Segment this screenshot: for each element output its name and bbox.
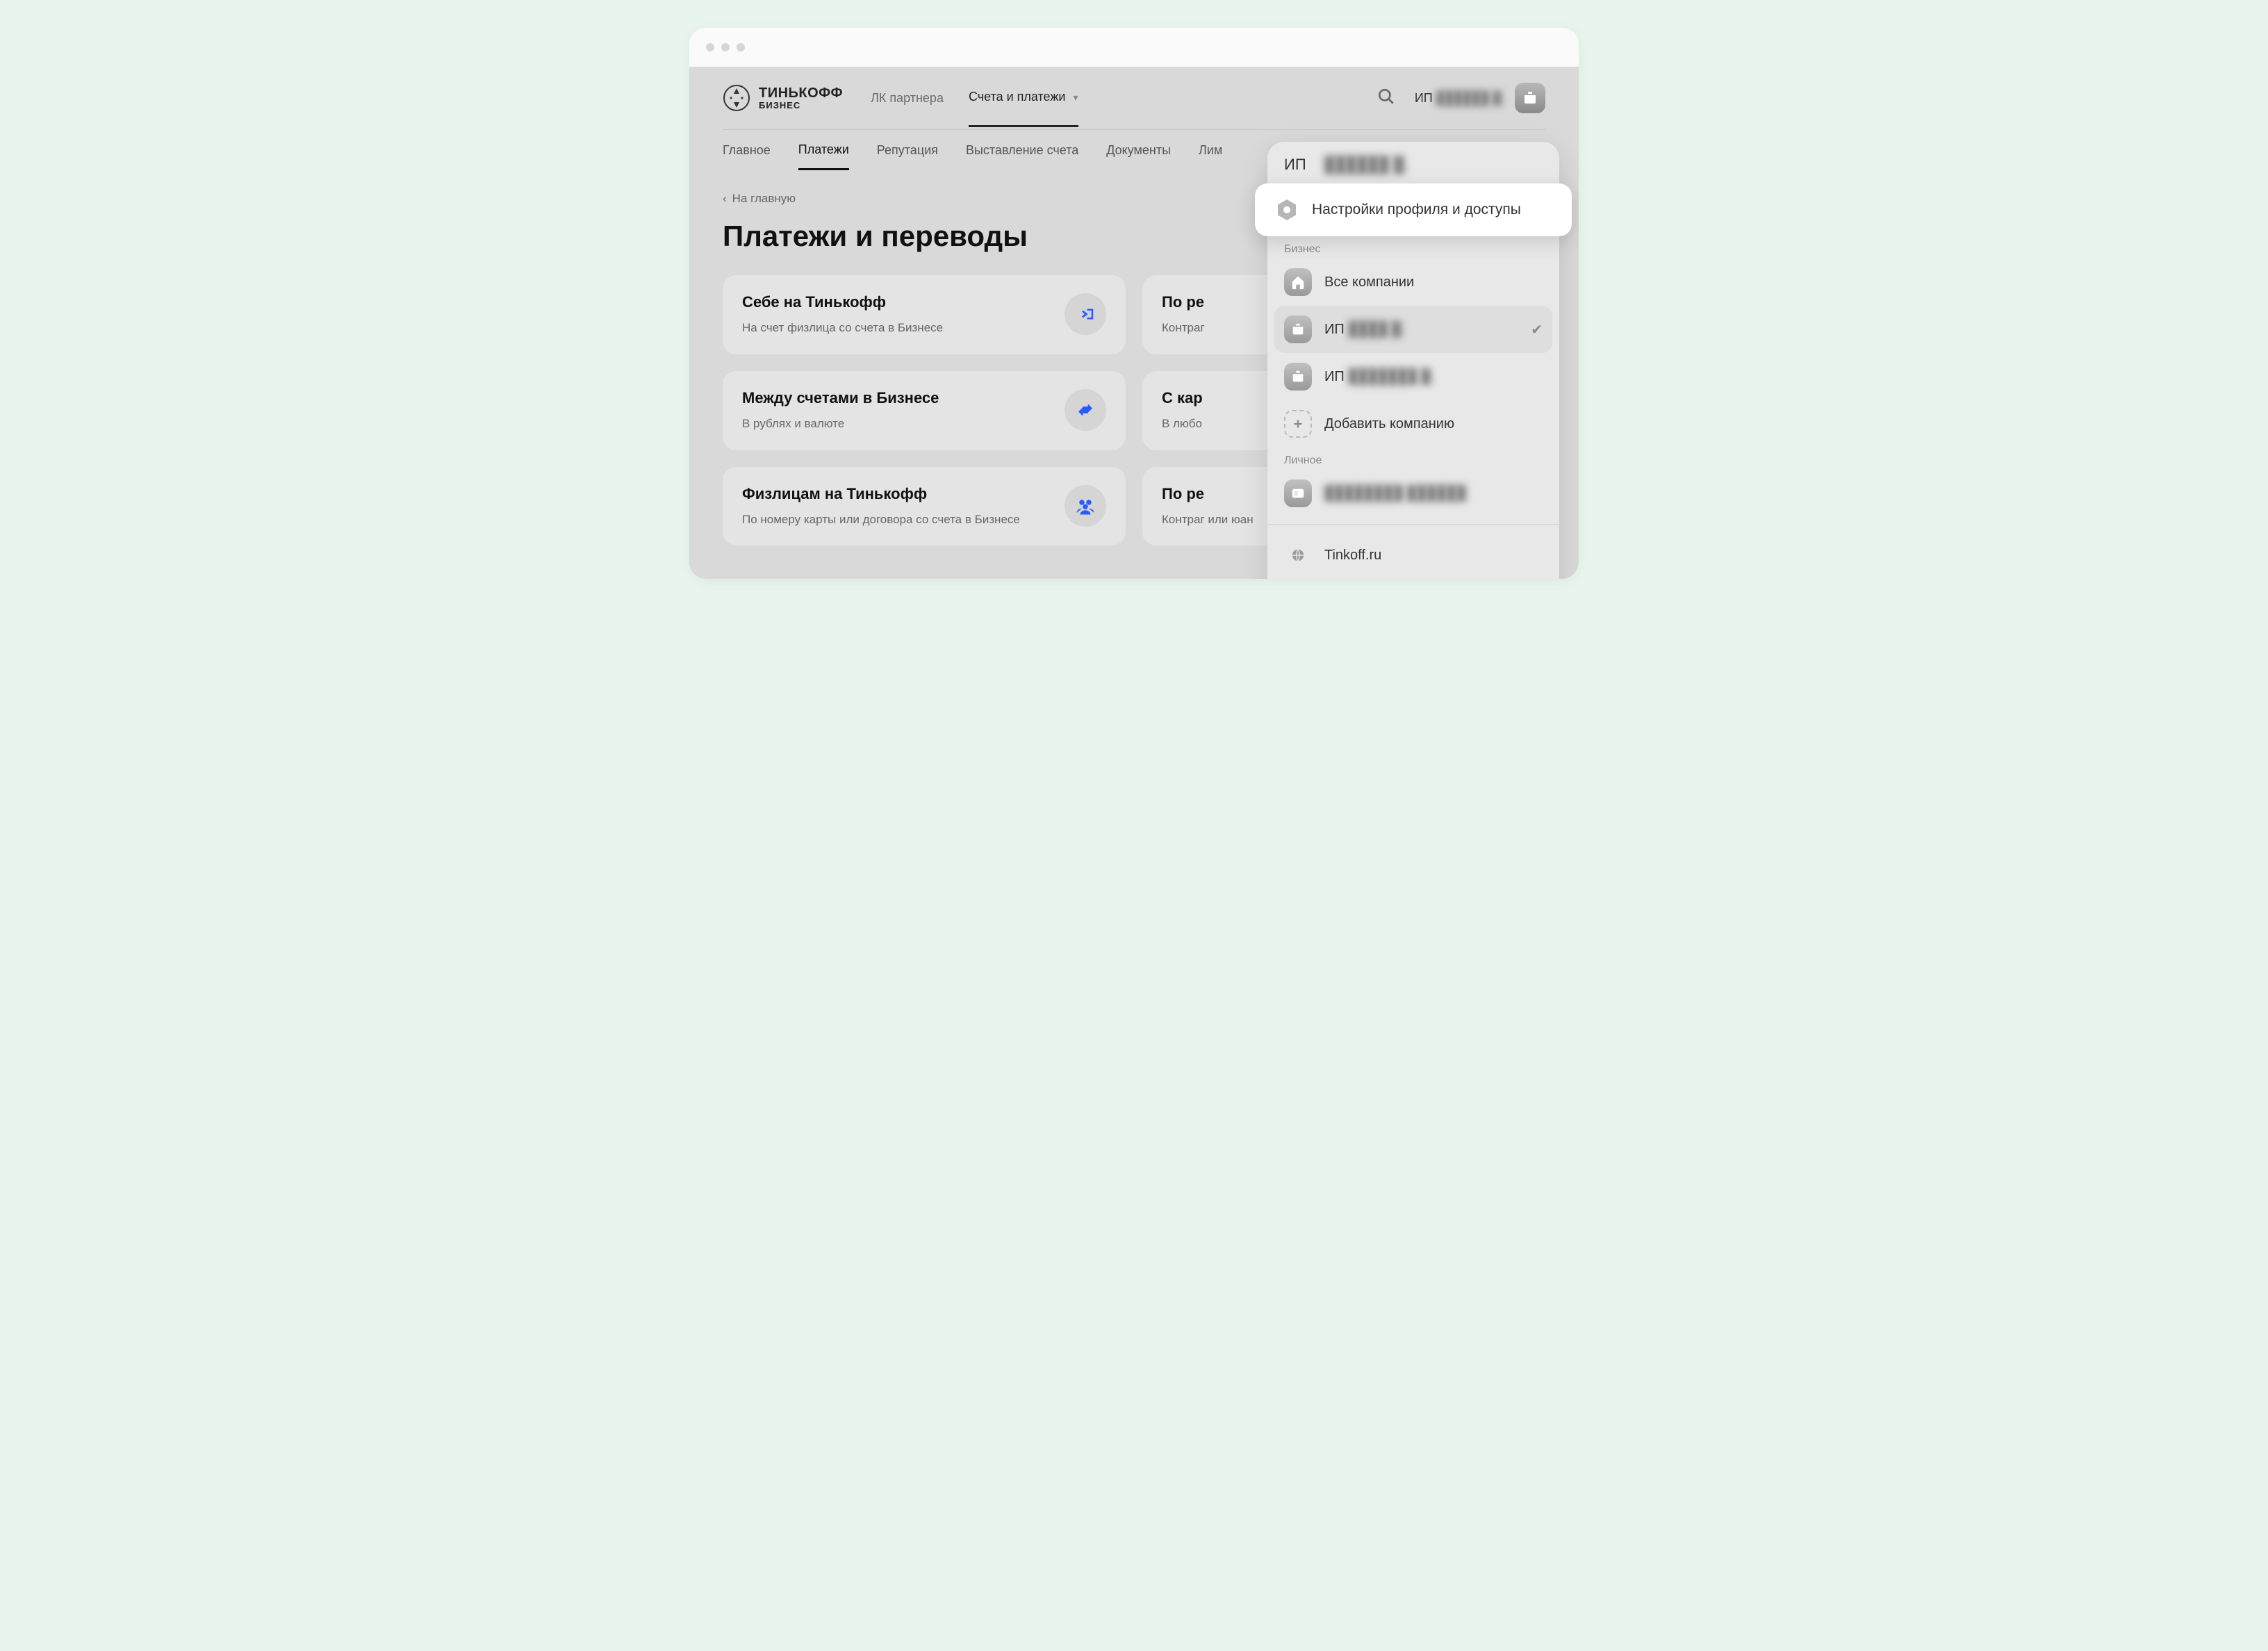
profile-dropdown: ИП ██████ █. Настройки профиля и доступы… [1267,142,1559,579]
subnav-documents[interactable]: Документы [1106,132,1171,169]
dropdown-profile-settings[interactable]: Настройки профиля и доступы [1255,183,1572,236]
nav-accounts-payments[interactable]: Счета и платежи ▾ [969,69,1078,127]
window-titlebar [689,28,1579,67]
app-body: ТИНЬКОФФ БИЗНЕС ЛК партнера Счета и плат… [689,67,1579,579]
chevron-left-icon: ‹ [723,192,727,206]
card-icon [1284,479,1312,507]
dropdown-company-2[interactable]: ИП ███████ █. [1267,353,1559,400]
window-dot[interactable] [737,43,745,51]
briefcase-icon [1284,363,1312,391]
breadcrumb-label: На главную [732,192,796,206]
top-nav: ЛК партнера Счета и платежи ▾ [871,69,1078,127]
transfer-in-icon [1065,293,1106,335]
app-header: ТИНЬКОФФ БИЗНЕС ЛК партнера Счета и плат… [723,67,1545,129]
briefcase-icon [1284,315,1312,343]
gear-icon [1274,197,1299,222]
dropdown-add-company-label: Добавить компанию [1324,416,1454,432]
card-subtitle: По номеру карты или договора со счета в … [742,511,1053,528]
people-group-icon [1065,485,1106,527]
briefcase-icon [1515,83,1545,113]
dropdown-tinkoff-ru[interactable]: Tinkoff.ru [1267,532,1559,579]
brand-logo[interactable]: ТИНЬКОФФ БИЗНЕС [723,84,843,112]
dropdown-company-2-label: ИП ███████ █. [1324,369,1435,385]
check-icon: ✔ [1531,321,1543,338]
window-dot[interactable] [721,43,730,51]
dropdown-section-personal: Личное [1267,447,1559,470]
browser-window: ТИНЬКОФФ БИЗНЕС ЛК партнера Счета и плат… [689,28,1579,579]
card-between-accounts[interactable]: Между счетами в Бизнесе В рублях и валют… [723,371,1126,450]
brand-text: ТИНЬКОФФ БИЗНЕС [759,86,843,110]
card-self-tinkoff[interactable]: Себе на Тинькофф На счет физлица со счет… [723,275,1126,354]
divider [1267,524,1559,525]
brand-emblem-icon [723,84,750,112]
user-menu-trigger[interactable]: ИП ██████ █. [1415,83,1545,113]
dropdown-personal-label: ████████ ██████ [1324,486,1466,502]
nav-partner-cabinet[interactable]: ЛК партнера [871,70,944,126]
dropdown-section-business: Бизнес [1267,236,1559,258]
subnav-payments[interactable]: Платежи [798,131,849,170]
chevron-down-icon: ▾ [1073,92,1078,103]
card-title: Себе на Тинькофф [742,293,1053,311]
card-title: Между счетами в Бизнесе [742,389,1053,407]
dropdown-settings-label: Настройки профиля и доступы [1312,202,1521,218]
dropdown-add-company[interactable]: Добавить компанию [1267,400,1559,447]
dropdown-tinkoff-ru-label: Tinkoff.ru [1324,548,1381,564]
swap-arrows-icon [1065,389,1106,431]
globe-icon [1284,541,1312,569]
dropdown-company-1[interactable]: ИП ████ █. ✔ [1274,306,1552,353]
subnav-reputation[interactable]: Репутация [877,132,938,169]
subnav-main[interactable]: Главное [723,132,771,169]
card-subtitle: В рублях и валюте [742,416,1053,432]
nav-accounts-label: Счета и платежи [969,90,1066,104]
dropdown-all-companies-label: Все компании [1324,274,1414,290]
card-title: Физлицам на Тинькофф [742,485,1053,503]
header-right: ИП ██████ █. [1377,83,1545,113]
dropdown-company-1-label: ИП ████ █. [1324,322,1405,338]
dropdown-header: ИП ██████ █. [1267,142,1559,183]
user-label: ИП ██████ █. [1415,91,1505,106]
subnav-invoice[interactable]: Выставление счета [966,132,1078,169]
subnav-limits[interactable]: Лим [1199,132,1222,169]
plus-icon [1284,410,1312,438]
home-icon [1284,268,1312,296]
search-icon[interactable] [1377,88,1395,109]
window-dot[interactable] [706,43,714,51]
card-to-individuals[interactable]: Физлицам на Тинькофф По номеру карты или… [723,467,1126,546]
dropdown-all-companies[interactable]: Все компании [1267,258,1559,306]
card-subtitle: На счет физлица со счета в Бизнесе [742,320,1053,336]
dropdown-personal-account[interactable]: ████████ ██████ [1267,470,1559,517]
